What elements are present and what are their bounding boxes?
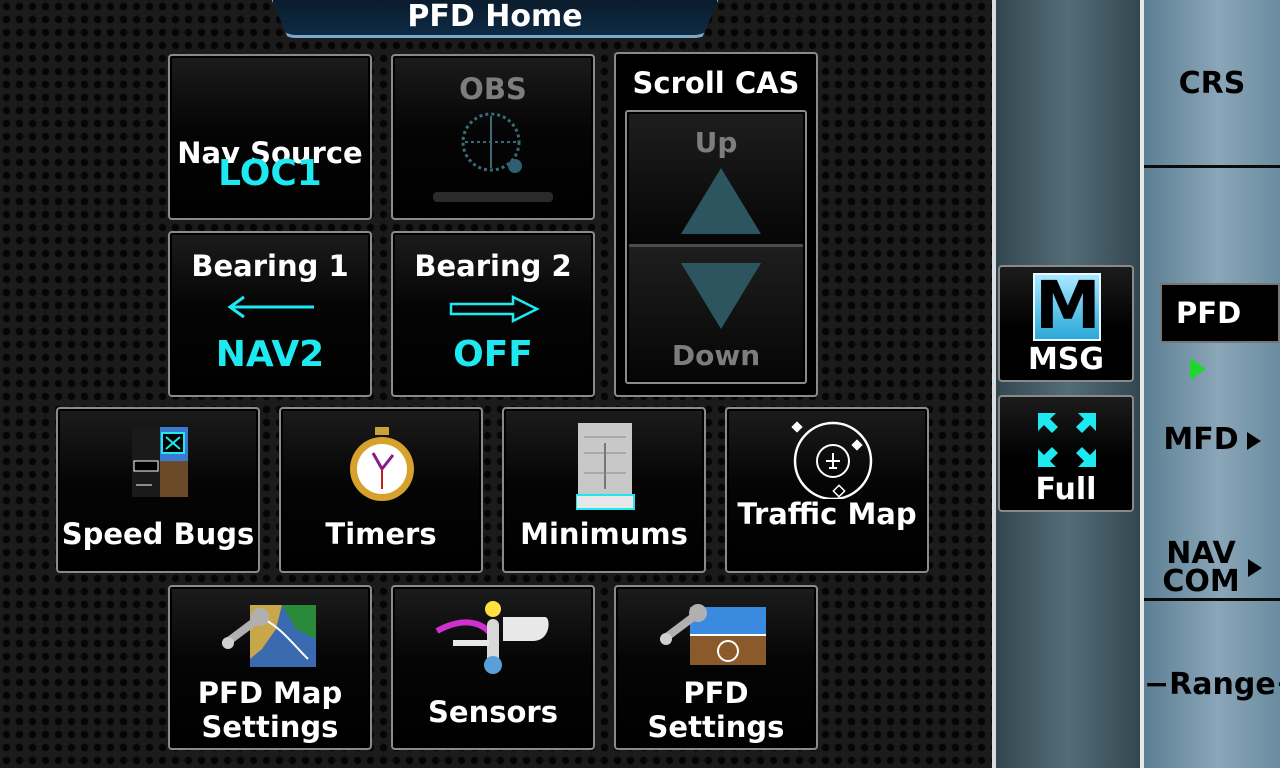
- sensors-label: Sensors: [428, 695, 558, 729]
- msg-label: MSG: [1027, 342, 1105, 377]
- softkey-pfd[interactable]: PFD: [1160, 283, 1280, 380]
- full-button[interactable]: Full: [998, 395, 1134, 512]
- up-arrow-icon: [681, 168, 761, 234]
- msg-button[interactable]: M MSG: [998, 265, 1134, 382]
- scroll-cas-down-button[interactable]: Down: [629, 247, 803, 380]
- obs-compass-icon: [461, 112, 522, 173]
- pfd-settings-button[interactable]: PFD Settings: [614, 585, 818, 750]
- pfd-wrench-icon: [660, 604, 766, 665]
- message-icon-letter: M: [1035, 267, 1101, 344]
- down-arrow-icon: [681, 263, 761, 329]
- speed-bugs-label: Speed Bugs: [61, 517, 255, 551]
- scroll-cas-down-label: Down: [671, 339, 761, 372]
- bearing-2-value: OFF: [453, 334, 533, 375]
- stopwatch-icon: [350, 427, 414, 501]
- nav-source-value: LOC1: [218, 153, 322, 194]
- softkey-nav-com[interactable]: NAV COM: [1144, 539, 1280, 599]
- scroll-cas-label: Scroll CAS: [632, 66, 800, 100]
- message-icon: M: [1033, 273, 1101, 341]
- pfd-map-settings-label-line2: Settings: [201, 710, 339, 744]
- softkey-divider: [1144, 165, 1280, 168]
- softkey-mfd[interactable]: MFD: [1144, 420, 1280, 460]
- minimums-label: Minimums: [520, 517, 688, 551]
- chevron-right-icon: [1247, 559, 1262, 577]
- bearing-1-value: NAV2: [215, 334, 325, 375]
- page-title: PFD Home: [407, 0, 583, 34]
- softkey-strip: [1140, 0, 1280, 768]
- softkey-mfd-label: MFD: [1163, 422, 1239, 457]
- softkey-pfd-label: PFD: [1176, 296, 1242, 330]
- scroll-cas-up-label: Up: [694, 126, 738, 159]
- bearing-1-button[interactable]: Bearing 1 NAV2: [168, 231, 372, 397]
- softkey-crs[interactable]: CRS: [1144, 64, 1280, 104]
- softkey-range[interactable]: −Range+: [1144, 665, 1280, 705]
- approach-chart-icon: [576, 423, 635, 510]
- timers-label: Timers: [325, 517, 437, 551]
- full-label: Full: [1035, 472, 1097, 507]
- pfd-map-settings-button[interactable]: PFD Map Settings: [168, 585, 372, 750]
- scroll-cas-frame: Up Down: [625, 110, 807, 384]
- bearing-1-label: Bearing 1: [191, 249, 349, 283]
- speed-bugs-button[interactable]: Speed Bugs: [56, 407, 260, 573]
- nav-source-button[interactable]: Nav Source LOC1: [168, 54, 372, 220]
- traffic-map-label: Traffic Map: [737, 497, 917, 531]
- obs-slider-bar: [433, 192, 553, 202]
- traffic-icon: [791, 421, 873, 499]
- pfd-settings-label-line2: Settings: [647, 710, 785, 744]
- chevron-right-icon: [1246, 431, 1261, 450]
- scroll-cas-up-button[interactable]: Up: [629, 114, 803, 247]
- sensors-button[interactable]: Sensors: [391, 585, 595, 750]
- obs-label: OBS: [459, 72, 527, 106]
- map-wrench-icon: [222, 605, 316, 667]
- softkey-divider: [1144, 598, 1280, 601]
- sensors-icon: [435, 601, 549, 674]
- traffic-map-button[interactable]: Traffic Map: [725, 407, 929, 573]
- active-arrow-icon: [1190, 358, 1206, 380]
- obs-button[interactable]: OBS: [391, 54, 595, 220]
- bearing-1-arrow-icon: [227, 295, 314, 319]
- pfd-home-panel: PFD Home Nav Source LOC1 OBS Scroll CAS …: [0, 0, 992, 768]
- scroll-cas-panel: Scroll CAS Up Down: [614, 52, 818, 397]
- side-button-strip: [992, 0, 1140, 768]
- bearing-2-label: Bearing 2: [414, 249, 572, 283]
- pfd-settings-label-line1: PFD: [683, 676, 749, 710]
- timers-button[interactable]: Timers: [279, 407, 483, 573]
- bearing-2-button[interactable]: Bearing 2 OFF: [391, 231, 595, 397]
- pfd-map-settings-label-line1: PFD Map: [197, 676, 343, 710]
- airspeed-tape-icon: [132, 427, 188, 497]
- minimums-button[interactable]: Minimums: [502, 407, 706, 573]
- expand-icon: [1038, 413, 1096, 467]
- bearing-2-arrow-icon: [449, 295, 540, 323]
- softkey-com-label: COM: [1162, 564, 1240, 599]
